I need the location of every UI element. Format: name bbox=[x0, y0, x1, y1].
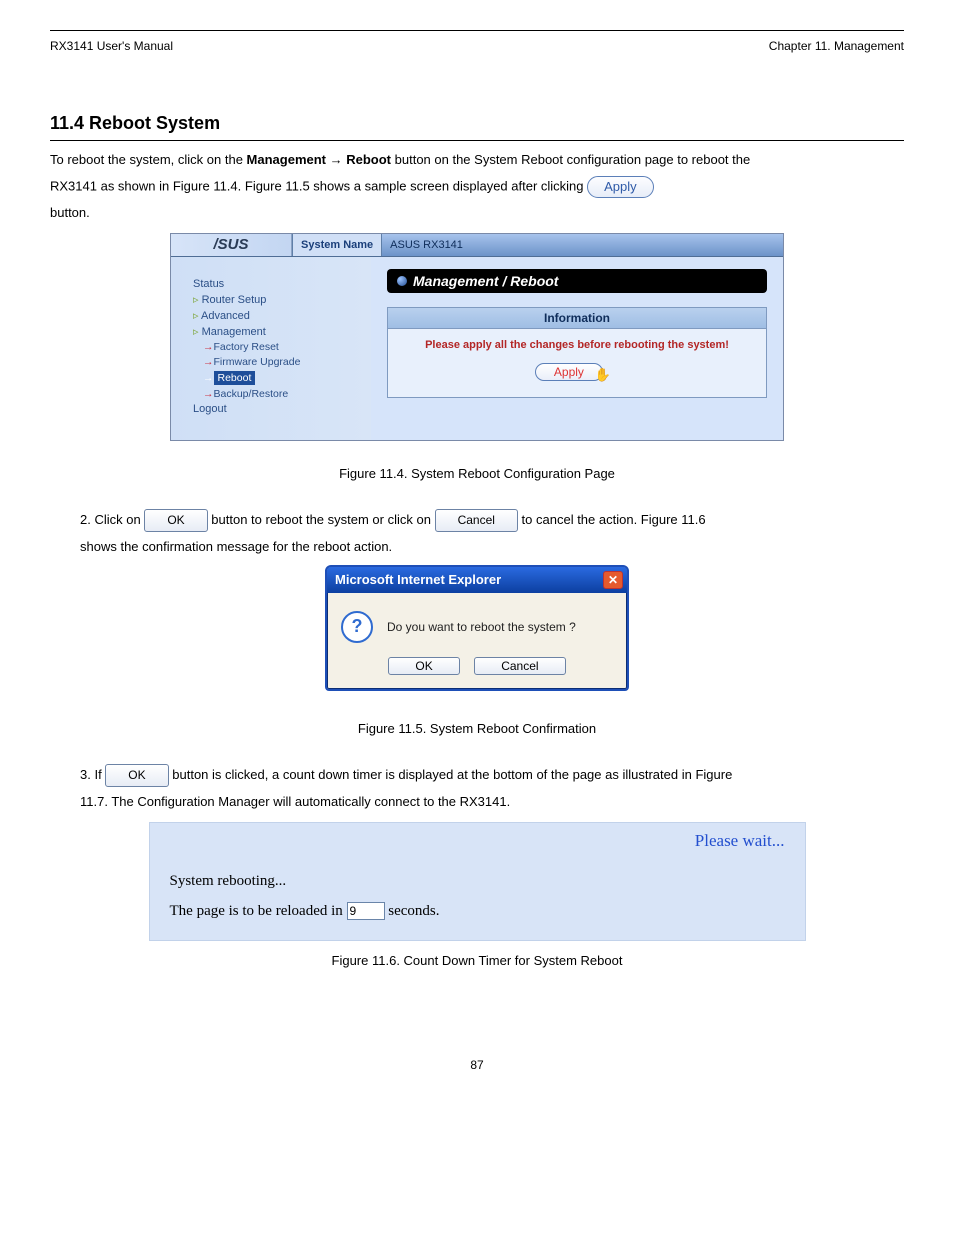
intro-paragraph-2: RX3141 as shown in Figure 11.4. Figure 1… bbox=[50, 176, 904, 198]
sidebar-item-router[interactable]: ▹ Router Setup bbox=[193, 293, 363, 306]
reload-line: The page is to be reloaded in seconds. bbox=[170, 902, 785, 920]
close-icon[interactable]: ✕ bbox=[603, 571, 623, 589]
apply-button[interactable]: Apply bbox=[535, 363, 603, 381]
intro-paragraph-3: button. bbox=[50, 204, 904, 223]
figure-caption-4: Figure 11.4. System Reboot Configuration… bbox=[50, 466, 904, 481]
sidebar-item-backup[interactable]: →Backup/Restore bbox=[193, 388, 363, 400]
wait-box: Please wait... System rebooting... The p… bbox=[149, 822, 806, 941]
sidebar-item-logout[interactable]: Logout bbox=[193, 403, 363, 415]
dialog-title: Microsoft Internet Explorer bbox=[335, 572, 501, 587]
info-box: Information Please apply all the changes… bbox=[387, 307, 767, 398]
countdown-input bbox=[347, 902, 385, 920]
apply-button-inline: Apply bbox=[587, 176, 654, 198]
router-screenshot: /SUS System Name ASUS RX3141 Status ▹ Ro… bbox=[170, 233, 784, 441]
header-left: RX3141 User's Manual bbox=[50, 39, 173, 53]
sidebar-item-firmware[interactable]: →Firmware Upgrade bbox=[193, 356, 363, 368]
rebooting-text: System rebooting... bbox=[170, 873, 785, 890]
figure-caption-5: Figure 11.5. System Reboot Confirmation bbox=[50, 721, 904, 736]
cursor-icon: ✋ bbox=[595, 367, 611, 382]
step-3: 3. If OK button is clicked, a count down… bbox=[80, 764, 904, 787]
header-right: Chapter 11. Management bbox=[769, 39, 904, 53]
step-2: 2. Click on OK button to reboot the syst… bbox=[80, 509, 904, 532]
nav-seq: Management → Reboot bbox=[247, 152, 391, 167]
question-icon: ? bbox=[341, 611, 373, 643]
cancel-button-inline: Cancel bbox=[435, 509, 518, 532]
section-title: 11.4 Reboot System bbox=[50, 113, 904, 134]
intro-paragraph: To reboot the system, click on the Manag… bbox=[50, 151, 904, 170]
system-name-value: ASUS RX3141 bbox=[382, 234, 783, 256]
info-head: Information bbox=[388, 308, 766, 329]
sidebar-item-status[interactable]: Status bbox=[193, 278, 363, 290]
sidebar-item-factory-reset[interactable]: →Factory Reset bbox=[193, 341, 363, 353]
sidebar: Status ▹ Router Setup ▹ Advanced ▹ Manag… bbox=[171, 257, 371, 440]
ok-button-inline-2: OK bbox=[105, 764, 168, 787]
step-2b: shows the confirmation message for the r… bbox=[80, 538, 904, 557]
sidebar-item-reboot[interactable]: →Reboot bbox=[193, 371, 363, 385]
system-name-label: System Name bbox=[292, 234, 382, 256]
dialog-message: Do you want to reboot the system ? bbox=[387, 620, 576, 634]
ok-button[interactable]: OK bbox=[388, 657, 459, 675]
sidebar-item-management[interactable]: ▹ Management bbox=[193, 325, 363, 338]
confirm-dialog: Microsoft Internet Explorer ✕ ? Do you w… bbox=[325, 565, 629, 691]
cancel-button[interactable]: Cancel bbox=[474, 657, 565, 675]
page-number: 87 bbox=[50, 1058, 904, 1072]
step-3b: 11.7. The Configuration Manager will aut… bbox=[80, 793, 904, 812]
asus-logo: /SUS bbox=[171, 234, 292, 256]
ok-button-inline: OK bbox=[144, 509, 207, 532]
please-wait-text: Please wait... bbox=[695, 831, 785, 851]
content-title: Management / Reboot bbox=[387, 269, 767, 293]
info-text: Please apply all the changes before rebo… bbox=[388, 339, 766, 351]
sidebar-item-advanced[interactable]: ▹ Advanced bbox=[193, 309, 363, 322]
figure-caption-6: Figure 11.6. Count Down Timer for System… bbox=[50, 953, 904, 968]
